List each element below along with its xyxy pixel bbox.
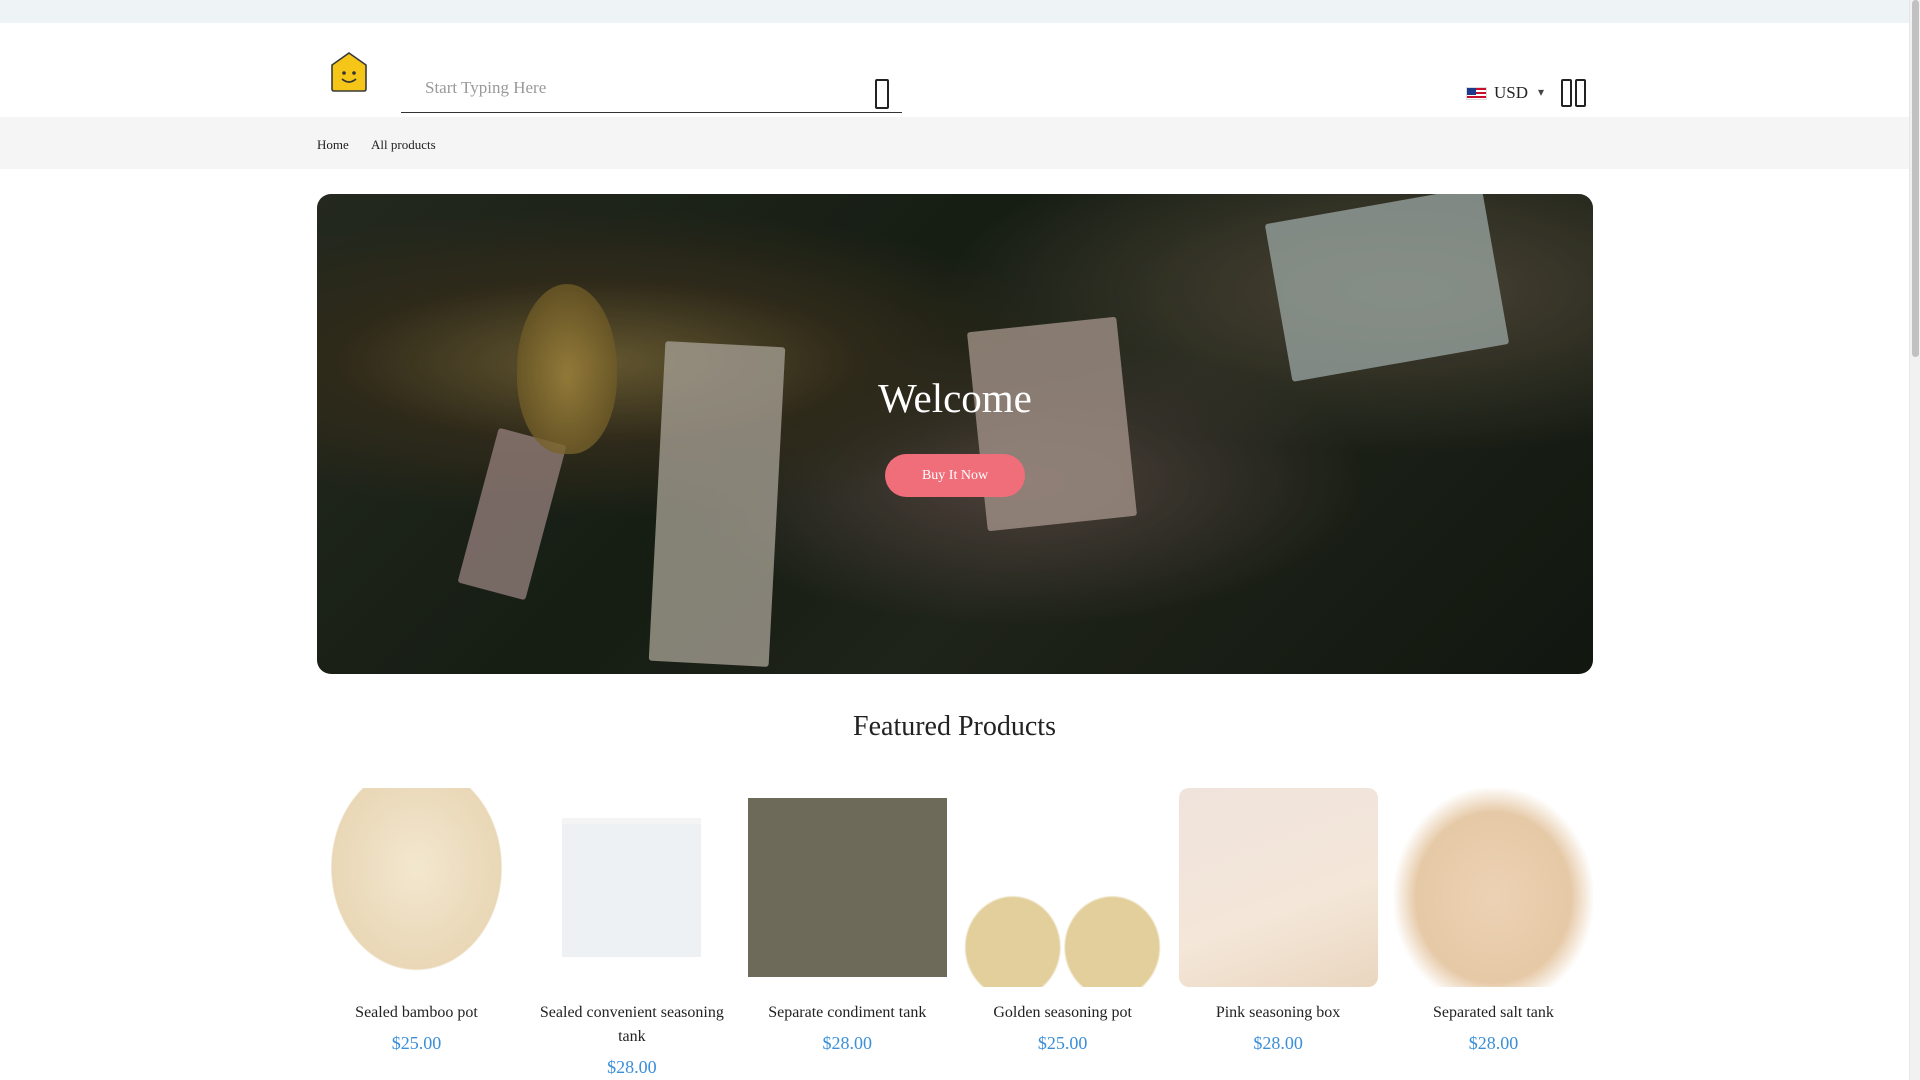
currency-selector[interactable]: USD: [1466, 83, 1528, 103]
buy-it-now-button[interactable]: Buy It Now: [885, 454, 1025, 497]
product-image[interactable]: [532, 788, 732, 987]
top-announcement-bar: [0, 0, 1909, 23]
breadcrumb-all-products-link[interactable]: All products: [371, 137, 436, 153]
product-image[interactable]: [317, 788, 516, 987]
product-card[interactable]: Separated salt tank $28.00: [1393, 788, 1593, 1078]
product-name[interactable]: Separate condiment tank: [748, 1001, 947, 1025]
search-icon[interactable]: [875, 79, 889, 109]
hero-banner: Welcome Buy It Now: [317, 194, 1593, 674]
product-name[interactable]: Sealed bamboo pot: [317, 1001, 516, 1025]
product-price: $28.00: [607, 1057, 657, 1077]
product-price: $25.00: [1037, 1033, 1088, 1053]
product-price: $28.00: [1253, 1033, 1303, 1053]
page: USD ▾ Home All products Welcome Buy It N…: [0, 0, 1909, 1080]
product-image[interactable]: [1178, 788, 1378, 987]
hero-title: Welcome: [878, 375, 1032, 421]
product-card[interactable]: Separate condiment tank $28.00: [747, 788, 947, 1078]
page-scrollbar[interactable]: [1909, 0, 1920, 1080]
search-input[interactable]: [423, 77, 847, 99]
product-price: $28.00: [1468, 1033, 1519, 1053]
product-image[interactable]: [963, 788, 1163, 987]
breadcrumb-home-link[interactable]: Home: [317, 137, 349, 153]
store-logo-icon[interactable]: [328, 51, 370, 93]
product-price: $28.00: [822, 1033, 873, 1053]
product-card[interactable]: Golden seasoning pot $25.00: [963, 788, 1163, 1078]
cart-icon[interactable]: [1561, 79, 1586, 107]
product-name[interactable]: Sealed convenient seasoning tank: [532, 1001, 731, 1049]
scrollbar-thumb[interactable]: [1912, 0, 1919, 357]
product-price: $25.00: [391, 1033, 442, 1053]
product-image[interactable]: [1393, 788, 1593, 987]
breadcrumb: Home All products: [0, 117, 1909, 169]
product-card[interactable]: Pink seasoning box $28.00: [1178, 788, 1378, 1078]
product-card[interactable]: Sealed convenient seasoning tank $28.00: [532, 788, 732, 1078]
currency-label: USD: [1494, 83, 1529, 102]
product-name[interactable]: Separated salt tank: [1394, 1001, 1593, 1025]
product-grid: Sealed bamboo pot $25.00 Sealed convenie…: [317, 788, 1593, 1078]
search-bar: [401, 51, 902, 113]
product-card[interactable]: Sealed bamboo pot $25.00: [317, 788, 516, 1078]
us-flag-icon: [1466, 86, 1487, 100]
product-image[interactable]: [747, 788, 947, 987]
site-header: USD ▾: [0, 23, 1909, 117]
product-name[interactable]: Golden seasoning pot: [963, 1001, 1162, 1025]
chevron-down-icon[interactable]: ▾: [1538, 85, 1544, 100]
product-name[interactable]: Pink seasoning box: [1179, 1001, 1378, 1025]
featured-products-title: Featured Products: [853, 711, 1056, 742]
